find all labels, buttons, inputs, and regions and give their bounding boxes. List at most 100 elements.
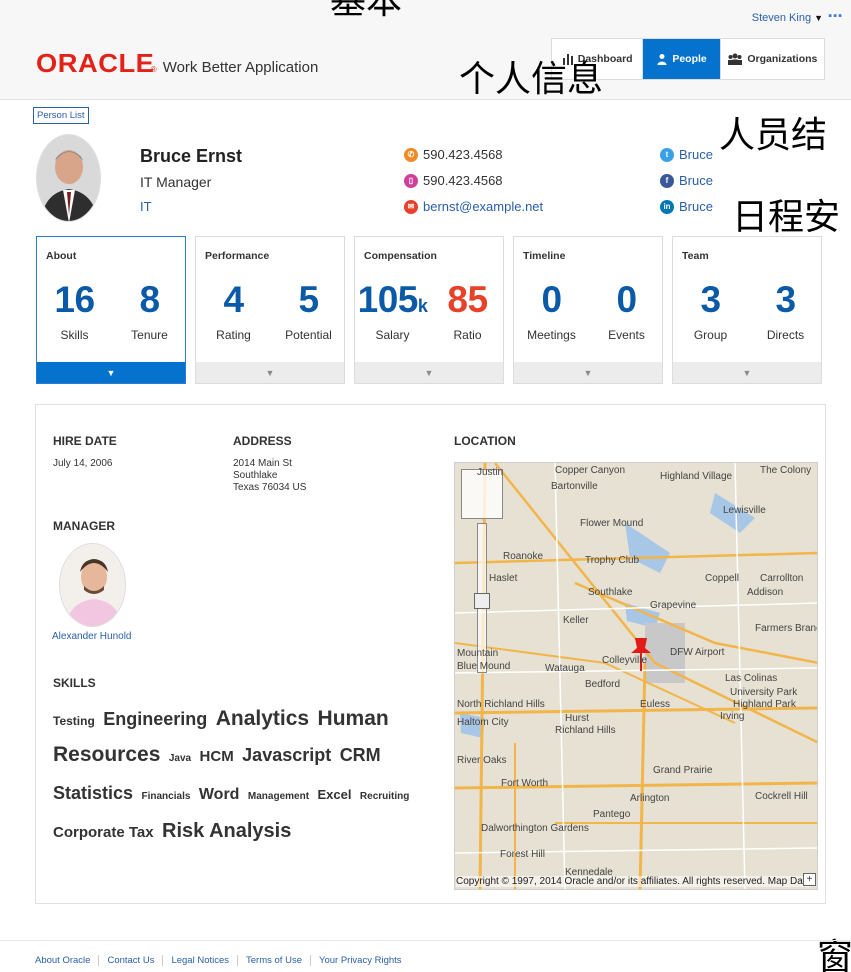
- map-place: Copper Canyon: [555, 465, 626, 476]
- work-phone-value: 590.423.4568: [423, 147, 503, 162]
- email-link[interactable]: ✉ bernst@example.net: [404, 199, 543, 214]
- card-performance[interactable]: Performance 4 Rating 5 Potential ▼: [195, 236, 345, 384]
- metric-label: Events: [608, 328, 645, 342]
- card-expand-toggle[interactable]: ▼: [37, 362, 185, 383]
- map-place: Pantego: [593, 809, 631, 820]
- person-name: Bruce Ernst: [140, 146, 243, 166]
- map-place: Hurst: [565, 713, 589, 724]
- mobile-phone-value: 590.423.4568: [423, 173, 503, 188]
- tab-organizations[interactable]: Organizations: [721, 39, 824, 79]
- map-place: University Park: [730, 687, 798, 698]
- user-menu[interactable]: Steven King ▼: [752, 12, 823, 24]
- mobile-phone[interactable]: ▯ 590.423.4568: [404, 173, 503, 188]
- skill-tag: Excel: [317, 787, 352, 802]
- card-title: Performance: [205, 250, 270, 262]
- card-about[interactable]: About 16 Skills 8 Tenure ▼: [36, 236, 186, 384]
- map-place: Richland Hills: [555, 725, 616, 736]
- logo-wordmark: ORACLE: [36, 48, 155, 78]
- footer-link-about-oracle[interactable]: About Oracle: [35, 955, 98, 966]
- caret-down-icon: ▼: [424, 367, 434, 378]
- linkedin-link[interactable]: in Bruce: [660, 199, 713, 214]
- skill-tag: Word: [198, 786, 240, 803]
- salary-unit: k: [417, 296, 428, 316]
- phone-icon: ✆: [404, 147, 418, 162]
- map-place: Grand Prairie: [653, 765, 713, 776]
- linkedin-handle: Bruce: [679, 199, 713, 214]
- twitter-link[interactable]: t Bruce: [660, 147, 713, 162]
- metric-label: Tenure: [131, 328, 168, 342]
- person-list-button[interactable]: Person List: [33, 107, 89, 124]
- map-place: Mountain: [457, 648, 499, 659]
- map-copyright: Copyright © 1997, 2014 Oracle and/or its…: [456, 876, 812, 887]
- facebook-icon: f: [660, 173, 674, 188]
- manager-avatar[interactable]: [59, 543, 126, 627]
- metric-value: 0: [541, 279, 562, 320]
- caret-down-icon: ▼: [583, 367, 593, 378]
- metric-ratio: 85 Ratio: [430, 281, 505, 342]
- metric-tenure: 8 Tenure: [112, 281, 187, 342]
- footer-link-legal-notices[interactable]: Legal Notices: [162, 955, 237, 966]
- map-place: Fort Worth: [501, 778, 549, 789]
- card-timeline[interactable]: Timeline 0 Meetings 0 Events ▼: [513, 236, 663, 384]
- tab-people[interactable]: People: [643, 39, 721, 79]
- map-place: Haslet: [489, 573, 518, 584]
- metric-label: Rating: [216, 328, 251, 342]
- overlay-text-schedule: 日程安: [732, 197, 841, 238]
- map-place: Arlington: [630, 793, 670, 804]
- caret-down-icon: ▼: [106, 367, 116, 378]
- location-heading: LOCATION: [454, 434, 516, 448]
- skill-tag: Engineering: [103, 709, 208, 729]
- skills-cloud: Testing Engineering Analytics Human Reso…: [53, 702, 423, 850]
- metric-value: 3: [775, 279, 796, 320]
- skill-tag: CRM: [339, 745, 381, 765]
- map-place: Haltom City: [457, 717, 509, 728]
- user-name[interactable]: Steven King: [752, 12, 811, 24]
- footer-link-privacy-rights[interactable]: Your Privacy Rights: [309, 955, 410, 966]
- metric-value: 5: [298, 279, 319, 320]
- metric-label: Group: [693, 328, 728, 342]
- metric-label: Salary: [375, 328, 410, 342]
- card-compensation[interactable]: Compensation 105k Salary 85 Ratio ▼: [354, 236, 504, 384]
- location-map[interactable]: Copper Canyon Highland Village The Colon…: [454, 462, 818, 890]
- map-place: Highland Village: [660, 471, 733, 482]
- metric-value: 8: [139, 279, 160, 320]
- address-line-3: Texas 76034 US: [233, 482, 307, 493]
- map-place: Addison: [747, 587, 784, 598]
- card-expand-toggle[interactable]: ▼: [355, 362, 503, 383]
- footer-link-contact-us[interactable]: Contact Us: [98, 955, 162, 966]
- metric-skills: 16 Skills: [37, 281, 112, 342]
- group-icon: [728, 53, 743, 65]
- twitter-icon: t: [660, 147, 674, 162]
- card-title: Timeline: [523, 250, 566, 262]
- map-place: Colleyville: [602, 655, 648, 666]
- person-department[interactable]: IT: [140, 199, 152, 214]
- facebook-link[interactable]: f Bruce: [660, 173, 713, 188]
- map-expand-icon[interactable]: +: [803, 873, 816, 886]
- map-place: North Richland Hills: [457, 699, 545, 710]
- twitter-handle: Bruce: [679, 147, 713, 162]
- metric-label: Meetings: [527, 328, 576, 342]
- caret-down-icon: ▼: [265, 367, 275, 378]
- more-options-icon[interactable]: ▪▪▪: [828, 10, 843, 22]
- card-expand-toggle[interactable]: ▼: [514, 362, 662, 383]
- tab-label: Organizations: [747, 53, 818, 65]
- manager-name-link[interactable]: Alexander Hunold: [52, 631, 132, 642]
- address-line-2: Southlake: [233, 470, 278, 481]
- metric-salary: 105k Salary: [355, 281, 430, 342]
- card-expand-toggle[interactable]: ▼: [196, 362, 344, 383]
- work-phone[interactable]: ✆ 590.423.4568: [404, 147, 503, 162]
- footer-link-terms-of-use[interactable]: Terms of Use: [237, 955, 310, 966]
- map-place: Bartonville: [551, 481, 598, 492]
- skill-tag: Javascript: [242, 745, 332, 765]
- map-zoom-handle[interactable]: [474, 593, 490, 609]
- metric-rating: 4 Rating: [196, 281, 271, 342]
- tab-label: People: [672, 53, 707, 65]
- card-expand-toggle[interactable]: ▼: [673, 362, 821, 383]
- map-place: Bedford: [585, 679, 621, 690]
- manager-photo: [60, 544, 125, 626]
- chevron-down-icon[interactable]: ▼: [814, 13, 823, 23]
- overlay-text-top: 基本: [330, 0, 403, 22]
- mobile-icon: ▯: [404, 173, 418, 188]
- person-icon: [657, 54, 667, 65]
- card-team[interactable]: Team 3 Group 3 Directs ▼: [672, 236, 822, 384]
